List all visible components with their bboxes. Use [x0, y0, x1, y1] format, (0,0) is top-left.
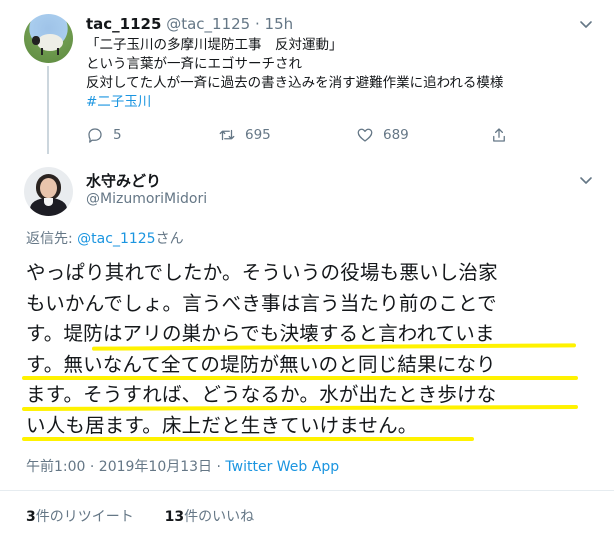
- separator: ·: [250, 15, 265, 33]
- share-button[interactable]: [490, 126, 508, 144]
- avatar[interactable]: [24, 167, 73, 216]
- retweets-stat[interactable]: 3件のリツイート: [26, 509, 134, 525]
- retweet-button[interactable]: 695: [218, 126, 271, 144]
- tweet-line: やっぱり其れでしたか。そういうの役場も悪いし治家: [26, 261, 498, 284]
- likes-count: 13: [164, 509, 185, 525]
- likes-label: 件のいいね: [184, 509, 255, 525]
- reply-context: 返信先: @tac_1125さん: [26, 228, 184, 248]
- parent-tweet[interactable]: tac_1125 @tac_1125 · 15h 「二子玉川の多摩川堤防工事 反…: [0, 0, 614, 155]
- reply-button[interactable]: 5: [86, 126, 122, 144]
- tweet-text: 「二子玉川の多摩川堤防工事 反対運動」 という言葉が一斉にエゴサーチされ 反対し…: [86, 36, 503, 112]
- like-icon: [357, 128, 373, 142]
- tweet-line: という言葉が一斉にエゴサーチされ: [86, 56, 302, 72]
- user-handle[interactable]: @MizumoriMidori: [86, 191, 207, 207]
- likes-stat[interactable]: 13件のいいね: [165, 509, 254, 525]
- tweet-time[interactable]: 15h: [265, 15, 294, 33]
- source-link[interactable]: Twitter Web App: [225, 459, 339, 475]
- divider: [0, 490, 614, 491]
- like-count: 689: [383, 127, 409, 143]
- retweet-icon: [219, 129, 235, 141]
- hashtag-link[interactable]: #二子玉川: [86, 93, 503, 112]
- retweets-label: 件のリツイート: [35, 509, 134, 525]
- avatar[interactable]: [24, 14, 73, 63]
- display-name[interactable]: tac_1125: [86, 15, 161, 33]
- chevron-down-icon[interactable]: [578, 172, 594, 188]
- tweet-timestamp: 午前1:00 · 2019年10月13日 · Twitter Web App: [26, 456, 339, 476]
- tweet-stats: 3件のリツイート 13件のいいね: [26, 506, 254, 526]
- like-button[interactable]: 689: [356, 126, 409, 144]
- tweet-actions: 5 695 689: [0, 126, 614, 146]
- tweet-header: tac_1125 @tac_1125 · 15h: [86, 15, 293, 33]
- mention-link[interactable]: @tac_1125: [77, 231, 155, 247]
- user-handle[interactable]: @tac_1125: [166, 15, 250, 33]
- retweet-count: 695: [245, 127, 271, 143]
- reply-suffix: さん: [155, 231, 184, 247]
- tweet-line: 「二子玉川の多摩川堤防工事 反対運動」: [86, 37, 343, 53]
- share-icon: [493, 128, 505, 142]
- reply-prefix: 返信先:: [26, 231, 78, 247]
- display-name[interactable]: 水守みどり: [86, 170, 161, 191]
- timestamp-text[interactable]: 午前1:00 · 2019年10月13日 ·: [26, 459, 225, 475]
- reply-count: 5: [113, 127, 122, 143]
- highlight-underline: [22, 437, 474, 441]
- tweet-line: もいかんでしょ。言うべき事は言う当たり前のことで: [26, 291, 497, 315]
- reply-icon: [88, 128, 102, 143]
- retweets-count: 3: [26, 509, 36, 525]
- highlight-underline: [22, 376, 578, 380]
- tweet-line: 反対してた人が一斉に過去の書き込みを消す避難作業に追われる模様: [86, 75, 504, 91]
- chevron-down-icon[interactable]: [578, 16, 594, 32]
